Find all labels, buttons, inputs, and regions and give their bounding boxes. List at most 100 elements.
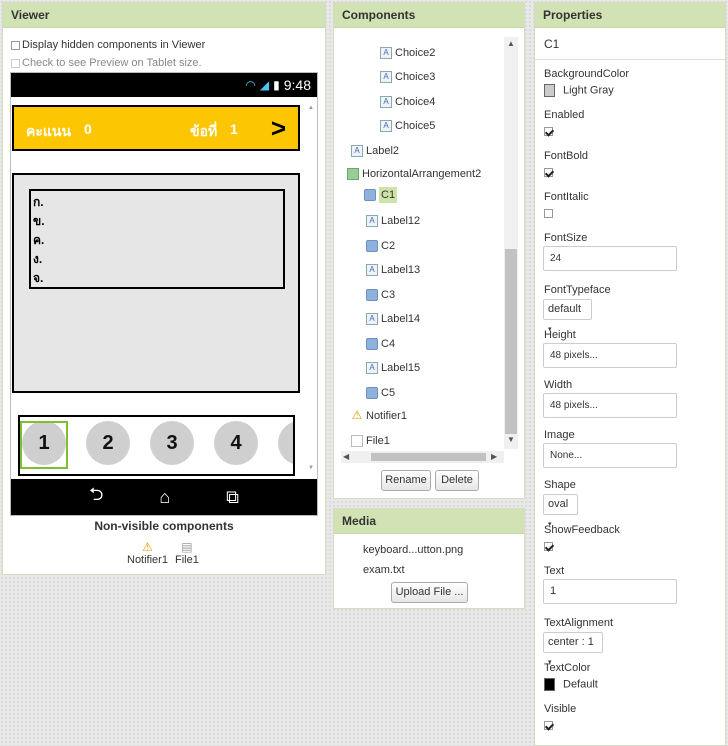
tree-item-label: C4 [381,338,396,350]
tree-vertical-scrollbar[interactable]: ▲ ▼ [504,37,518,449]
tree-item[interactable]: ⚠ Notifier1 [351,409,407,422]
choice-item[interactable]: ก. [31,193,283,212]
tree-item[interactable]: File1 [351,435,390,447]
wifi-icon: ◠ [245,78,256,92]
image-input[interactable]: None... [543,443,677,468]
tree-item-label: Label13 [381,264,421,276]
tree-horizontal-scrollbar[interactable]: ◀ ▶ [341,451,504,463]
textalignment-select[interactable]: center : 1 ▾ [543,632,603,666]
tree-item[interactable]: A Choice4 [380,96,435,108]
display-hidden-row[interactable]: Display hidden components in Viewer [11,39,205,51]
tree-item-selected[interactable]: C1 [364,187,398,203]
tree-item[interactable]: C4 [366,338,395,350]
tree-vertical-thumb[interactable] [505,249,517,434]
visible-checkbox[interactable] [544,721,553,730]
tree-item[interactable]: A Label2 [351,145,399,157]
scroll-up-icon[interactable]: ▲ [507,39,515,48]
tree-item-label: Choice4 [395,96,436,108]
next-arrow-icon[interactable]: > [271,113,286,144]
label-icon: A [366,215,378,227]
tree-item[interactable]: C5 [366,387,395,399]
phone-preview: ◠ ◢ ▮ 9:48 คะแนน 0 ข้อที่ 1 > ก. ข. ค. ง… [10,72,318,516]
fontitalic-checkbox[interactable] [544,209,553,218]
enabled-checkbox[interactable] [544,127,553,136]
back-icon[interactable]: ⮌ [89,482,103,512]
recents-icon[interactable]: ⧉ [226,487,239,508]
background-color-picker[interactable]: Light Gray [544,84,614,97]
scroll-right-icon[interactable]: ▶ [491,452,497,461]
scroll-up-icon[interactable]: ▲ [308,105,314,111]
tree-item[interactable]: A Label12 [366,215,420,227]
nonvisible-file[interactable]: ▤ File1 [175,540,199,566]
textalignment-value: center : 1 [548,636,594,648]
number-button-1[interactable]: 1 [20,421,68,469]
number-buttons-bar: 1 2 3 4 [18,415,295,476]
fonttypeface-select[interactable]: default ▾ [543,299,592,333]
tree-item[interactable]: A Choice3 [380,71,435,83]
tree-item[interactable]: A Label15 [366,362,420,374]
divider [535,59,725,60]
scroll-down-icon[interactable]: ▼ [507,435,515,444]
tree-item[interactable]: C3 [366,289,395,301]
number-button-3[interactable]: 3 [150,421,194,465]
tablet-preview-row[interactable]: Check to see Preview on Tablet size. [11,57,202,69]
display-hidden-label: Display hidden components in Viewer [22,39,206,51]
showfeedback-checkbox[interactable] [544,542,553,551]
media-file[interactable]: keyboard...utton.png [363,544,463,556]
tree-horizontal-thumb[interactable] [371,453,486,461]
button-icon [366,289,378,301]
height-input[interactable]: 48 pixels... [543,343,677,368]
number-button-label: 2 [102,431,114,454]
shape-select[interactable]: oval ▾ [543,494,578,528]
scroll-left-icon[interactable]: ◀ [343,452,349,461]
home-icon[interactable]: ⌂ [159,487,170,508]
label-icon: A [366,313,378,325]
scroll-down-icon[interactable]: ▼ [308,465,314,471]
visible-label: Visible [544,703,577,715]
rename-button[interactable]: Rename [381,470,431,491]
display-hidden-checkbox[interactable] [11,40,20,50]
width-input[interactable]: 48 pixels... [543,393,677,418]
tree-item[interactable]: A Choice5 [380,120,435,132]
tree-item-label: C2 [381,240,396,252]
score-value: 0 [84,121,92,137]
choice-item[interactable]: ข. [31,212,283,231]
delete-button[interactable]: Delete [435,470,479,491]
number-button-2[interactable]: 2 [86,421,130,465]
media-file[interactable]: exam.txt [363,564,405,576]
label-icon: A [351,145,363,157]
nonvisible-notifier[interactable]: ⚠ Notifier1 [127,540,168,566]
number-button-label: 3 [166,431,178,454]
phone-scrollbar[interactable]: ▲ ▼ [307,97,315,473]
tree-item[interactable]: A Label14 [366,313,420,325]
text-input[interactable]: 1 [543,579,677,604]
tree-item[interactable]: A Label13 [366,264,420,276]
nonvisible-title: Non-visible components [94,519,234,533]
tablet-preview-checkbox[interactable] [11,58,20,68]
fontbold-label: FontBold [544,150,589,162]
choice-item[interactable]: ง. [31,250,283,269]
fontbold-checkbox[interactable] [544,168,553,177]
tree-item-label: File1 [366,435,390,447]
shape-value: oval [548,498,569,510]
fonttypeface-value: default [548,303,582,315]
tree-item[interactable]: A Choice2 [380,47,435,59]
label-icon: A [380,120,392,132]
upload-file-button[interactable]: Upload File ... [391,582,468,603]
question-value: 1 [230,121,238,137]
label-icon: A [380,71,392,83]
choice-item[interactable]: จ. [31,269,283,288]
tree-item[interactable]: HorizontalArrangement2 [347,168,481,180]
number-button-4[interactable]: 4 [214,421,258,465]
number-button-partial[interactable] [278,421,293,465]
textcolor-picker[interactable]: Default [544,678,598,691]
tree-item-label: Label12 [381,215,421,227]
textalignment-label: TextAlignment [544,617,614,629]
fontitalic-label: FontItalic [544,191,589,203]
choice-item[interactable]: ค. [31,231,283,250]
label-icon: A [366,362,378,374]
fontsize-input[interactable]: 24 [543,246,677,271]
color-swatch [544,678,555,691]
tree-item-label: Choice5 [395,120,436,132]
tree-item[interactable]: C2 [366,240,395,252]
